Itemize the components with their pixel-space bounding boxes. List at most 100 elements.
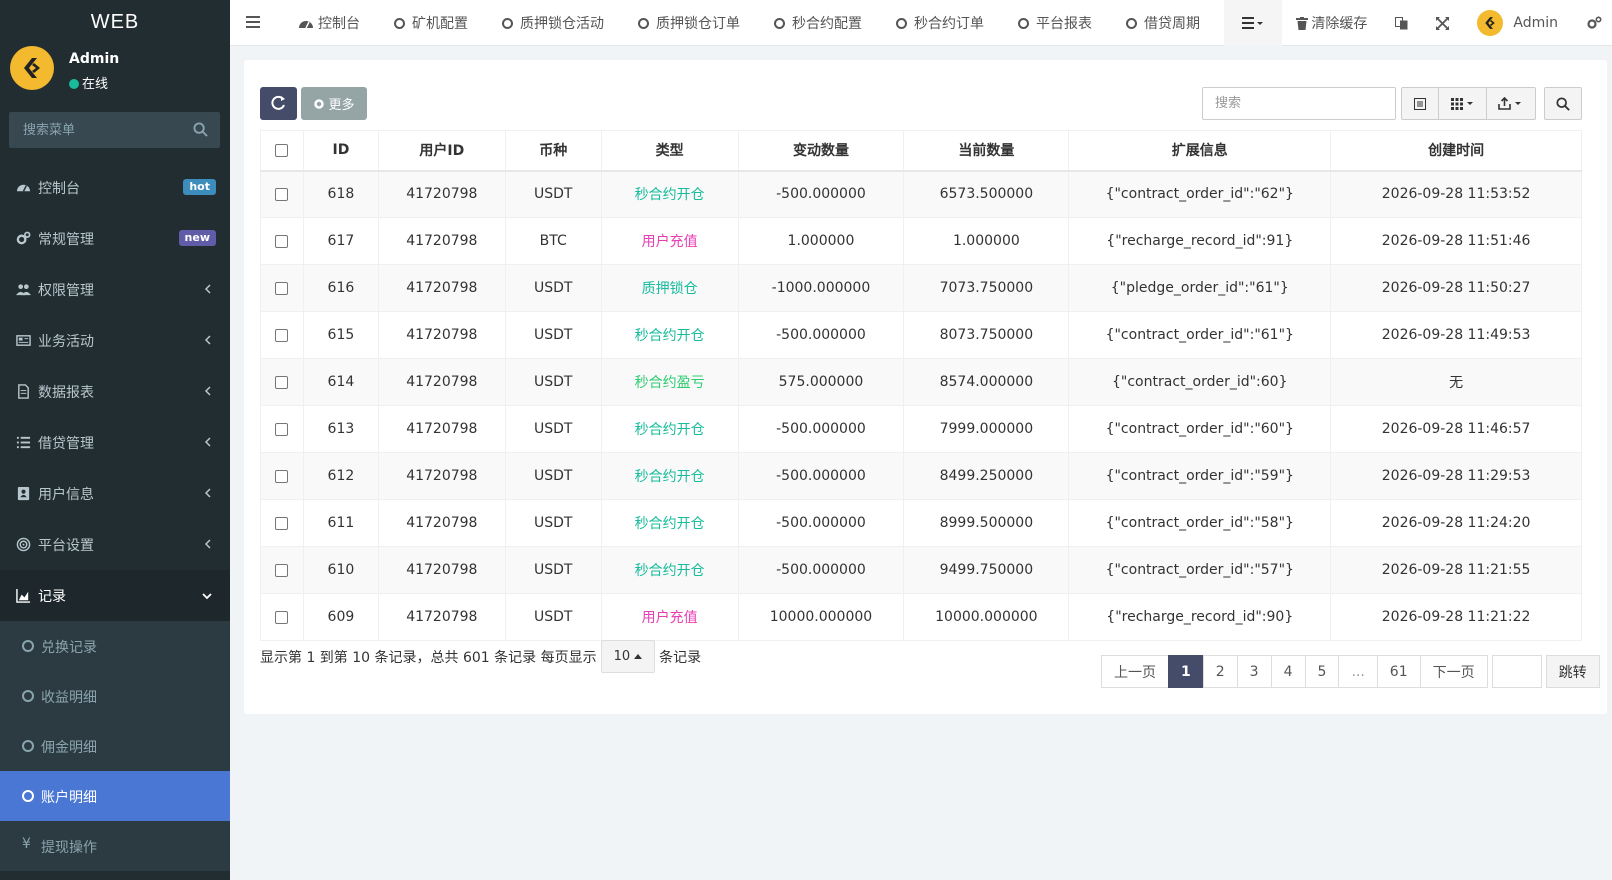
sidebar-subitem-label: 佣金明细 xyxy=(41,740,97,756)
tab-platform-report[interactable]: 平台报表 xyxy=(1001,0,1109,46)
table-header-row: ID 用户ID 币种 类型 变动数量 当前数量 扩展信息 创建时间 xyxy=(260,130,1582,172)
sidebar-item-reports[interactable]: 数据报表 xyxy=(0,366,230,417)
table-row[interactable]: 610 41720798 USDT 秒合约开仓 -500.000000 9499.7500… xyxy=(260,546,1582,594)
table-cell: 41720798 xyxy=(377,546,506,594)
circle-icon xyxy=(22,690,34,702)
sidebar-subitem-label: 收益明细 xyxy=(41,690,97,706)
page-ellipsis: ... xyxy=(1338,655,1378,688)
sidebar-search-input[interactable] xyxy=(9,112,189,148)
tab-pledge-activity[interactable]: 质押锁仓活动 xyxy=(485,0,621,46)
page-button[interactable]: 4 xyxy=(1270,655,1306,688)
table-cell: 质押锁仓 xyxy=(600,264,739,312)
table-cell: {"contract_order_id":"60"} xyxy=(1068,405,1332,453)
fullscreen-button[interactable] xyxy=(1422,0,1463,46)
column-header[interactable]: 创建时间 xyxy=(1330,130,1582,172)
tabs-dropdown-button[interactable] xyxy=(1224,0,1283,46)
brand-logo[interactable]: WEB xyxy=(0,0,230,44)
sidebar-subitem-label: 账户明细 xyxy=(41,790,97,806)
table-cell: {"contract_order_id":60} xyxy=(1068,358,1332,406)
jump-button[interactable]: 跳转 xyxy=(1545,655,1600,688)
table-row[interactable]: 618 41720798 USDT 秒合约开仓 -500.000000 6573.5000… xyxy=(260,170,1582,218)
search-icon[interactable] xyxy=(193,122,208,137)
column-header[interactable]: 当前数量 xyxy=(903,130,1070,172)
sidebar-item-records[interactable]: 记录 xyxy=(0,570,230,621)
table-row[interactable]: 609 41720798 USDT 用户充值 10000.000000 10000.000… xyxy=(260,593,1582,641)
table-cell: 2026-09-28 11:53:52 xyxy=(1330,170,1582,218)
column-header[interactable]: 币种 xyxy=(504,130,602,172)
sidebar-item-platform-settings[interactable]: 平台设置 xyxy=(0,519,230,570)
circle-icon xyxy=(22,640,34,652)
column-header[interactable]: ID xyxy=(302,130,379,172)
cogs-icon xyxy=(16,231,31,245)
tab-pledge-orders[interactable]: 质押锁仓订单 xyxy=(621,0,757,46)
table-row[interactable]: 614 41720798 USDT 秒合约盈亏 575.000000 8574.00000… xyxy=(260,358,1582,406)
table-search-button[interactable] xyxy=(1544,87,1582,120)
page-button[interactable]: 1 xyxy=(1168,655,1204,688)
table-cell: 614 xyxy=(302,358,379,406)
row-checkbox[interactable] xyxy=(275,187,289,201)
row-checkbox[interactable] xyxy=(275,516,289,530)
export-button[interactable] xyxy=(1486,87,1536,120)
column-header[interactable]: 变动数量 xyxy=(737,130,905,172)
sidebar-item-business[interactable]: 业务活动 xyxy=(0,315,230,366)
admin-menu[interactable]: Admin xyxy=(1463,0,1572,46)
row-checkbox[interactable] xyxy=(275,610,289,624)
row-checkbox[interactable] xyxy=(275,469,289,483)
page-button[interactable]: 3 xyxy=(1236,655,1272,688)
table-row[interactable]: 615 41720798 USDT 秒合约开仓 -500.000000 8073.7500… xyxy=(260,311,1582,359)
table-row[interactable]: 612 41720798 USDT 秒合约开仓 -500.000000 8499.2500… xyxy=(260,452,1582,500)
row-checkbox[interactable] xyxy=(275,234,289,248)
table-row[interactable]: 617 41720798 BTC 用户充值 1.000000 1.000000 {"rech… xyxy=(260,217,1582,265)
prev-page-button[interactable]: 上一页 xyxy=(1101,655,1169,688)
sidebar-item-general[interactable]: 常规管理 new xyxy=(0,213,230,264)
row-checkbox[interactable] xyxy=(275,422,289,436)
page-button[interactable]: 5 xyxy=(1304,655,1340,688)
table-cell: 10000.000000 xyxy=(903,593,1070,641)
sidebar-item-loans[interactable]: 借贷管理 xyxy=(0,417,230,468)
tab-dashboard[interactable]: 控制台 xyxy=(282,0,377,46)
tab-contract-config[interactable]: 秒合约配置 xyxy=(757,0,879,46)
settings-button[interactable] xyxy=(1572,0,1612,46)
row-select-cell xyxy=(260,452,304,500)
page-button[interactable]: 2 xyxy=(1202,655,1238,688)
content-panel: 更多 ID 用户ID 币种 类型 变动数量 当前数量 xyxy=(244,60,1607,714)
select-all-checkbox[interactable] xyxy=(275,143,289,157)
row-checkbox[interactable] xyxy=(275,563,289,577)
sidebar-item-dashboard[interactable]: 控制台 hot xyxy=(0,162,230,213)
cogs-icon xyxy=(1587,16,1602,29)
table-cell: 41720798 xyxy=(377,452,506,500)
hamburger-menu-icon[interactable] xyxy=(246,15,260,29)
table-row[interactable]: 616 41720798 USDT 质押锁仓 -1000.000000 7073.7500… xyxy=(260,264,1582,312)
language-button[interactable] xyxy=(1381,0,1422,46)
page-size-dropdown[interactable]: 10 xyxy=(600,640,656,673)
row-checkbox[interactable] xyxy=(275,328,289,342)
tab-miner-config[interactable]: 矿机配置 xyxy=(377,0,485,46)
sidebar-subitem-account-details[interactable]: 账户明细 xyxy=(0,771,230,821)
tab-contract-orders[interactable]: 秒合约订单 xyxy=(879,0,1001,46)
sidebar-subitem-withdrawal[interactable]: ¥ 提现操作 xyxy=(0,821,230,871)
tab-loan-cycle[interactable]: 借贷周期 xyxy=(1109,0,1217,46)
more-button[interactable]: 更多 xyxy=(301,87,367,120)
row-checkbox[interactable] xyxy=(275,375,289,389)
columns-button[interactable] xyxy=(1438,87,1487,120)
refresh-button[interactable] xyxy=(260,87,297,120)
row-checkbox[interactable] xyxy=(275,281,289,295)
table-row[interactable]: 611 41720798 USDT 秒合约开仓 -500.000000 8999.5000… xyxy=(260,499,1582,547)
column-header[interactable]: 用户ID xyxy=(377,130,506,172)
sidebar-item-user-info[interactable]: 用户信息 xyxy=(0,468,230,519)
table-search-input[interactable] xyxy=(1202,87,1396,120)
jump-page-input[interactable] xyxy=(1491,655,1542,688)
table-row[interactable]: 613 41720798 USDT 秒合约开仓 -500.000000 7999.0000… xyxy=(260,405,1582,453)
clear-cache-button[interactable]: 清除缓存 xyxy=(1282,0,1381,46)
page-button[interactable]: 61 xyxy=(1376,655,1421,688)
column-header[interactable]: 类型 xyxy=(600,130,739,172)
column-header[interactable]: 扩展信息 xyxy=(1068,130,1332,172)
toggle-view-button[interactable] xyxy=(1401,87,1439,120)
sidebar-subitem-earnings[interactable]: 收益明细 xyxy=(0,671,230,721)
sidebar-subitem-commission[interactable]: 佣金明细 xyxy=(0,721,230,771)
sidebar-subitem-exchange-records[interactable]: 兑换记录 xyxy=(0,621,230,671)
next-page-button[interactable]: 下一页 xyxy=(1419,655,1488,688)
select-all-cell xyxy=(260,130,304,172)
table-cell: 8574.000000 xyxy=(903,358,1070,406)
sidebar-item-permissions[interactable]: 权限管理 xyxy=(0,264,230,315)
